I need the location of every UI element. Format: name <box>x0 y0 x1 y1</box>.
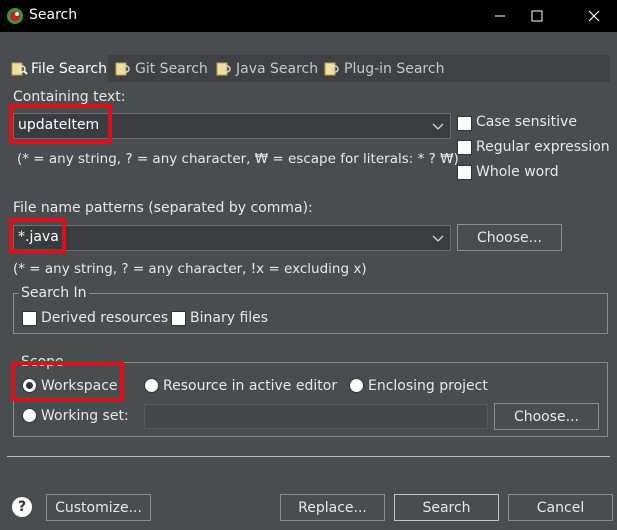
chevron-down-icon[interactable] <box>432 120 444 132</box>
case-sensitive-label: Case sensitive <box>476 114 577 130</box>
case-sensitive-checkbox[interactable] <box>457 116 472 131</box>
choose-patterns-button[interactable]: Choose... <box>457 224 562 251</box>
eclipse-app-icon <box>7 8 23 24</box>
derived-resources-checkbox[interactable] <box>22 311 37 326</box>
tab-label: File Search <box>31 60 107 77</box>
file-search-icon <box>11 62 28 75</box>
minimize-icon <box>495 15 505 17</box>
maximize-icon <box>531 10 543 22</box>
search-tabs: File Search Git Search Java Search Plug-… <box>7 55 610 82</box>
title-bar: Search <box>0 0 617 32</box>
customize-button[interactable]: Customize... <box>46 494 151 521</box>
tab-label: Plug-in Search <box>344 60 445 77</box>
replace-button[interactable]: Replace... <box>280 494 385 521</box>
derived-resources-label: Derived resources <box>41 310 169 326</box>
enclosing-project-label: Enclosing project <box>368 378 488 394</box>
highlight-box-patterns <box>9 218 66 253</box>
working-set-radio[interactable] <box>22 408 37 423</box>
binary-files-label: Binary files <box>190 310 269 326</box>
footer-divider <box>7 456 610 457</box>
containing-text-label: Containing text: <box>13 89 126 105</box>
java-search-icon <box>216 62 231 75</box>
file-patterns-hint: (* = any string, ? = any character, !x =… <box>13 261 367 277</box>
regex-checkbox[interactable] <box>457 140 472 155</box>
tab-java-search[interactable]: Java Search <box>212 55 320 82</box>
containing-text-hint: (* = any string, ? = any character, ₩ = … <box>17 151 459 167</box>
working-set-label: Working set: <box>41 408 129 424</box>
close-icon <box>588 10 600 22</box>
highlight-box-scope <box>11 361 124 401</box>
tab-file-search[interactable]: File Search <box>7 55 108 82</box>
highlight-box-containing <box>9 104 112 144</box>
plugin-search-icon <box>324 62 339 75</box>
regex-label: Regular expression <box>476 139 610 155</box>
enclosing-project-radio[interactable] <box>349 378 364 393</box>
tab-label: Java Search <box>236 60 319 77</box>
close-button[interactable] <box>571 0 617 32</box>
search-in-legend: Search In <box>19 285 89 301</box>
tab-plugin-search[interactable]: Plug-in Search <box>320 55 450 82</box>
cancel-button[interactable]: Cancel <box>508 494 613 521</box>
file-patterns-label: File name patterns (separated by comma): <box>13 200 313 216</box>
git-search-icon <box>115 62 130 75</box>
tab-git-search[interactable]: Git Search <box>111 55 209 82</box>
working-set-field <box>144 404 488 429</box>
whole-word-label: Whole word <box>476 164 559 180</box>
chevron-down-icon[interactable] <box>432 232 444 244</box>
maximize-button[interactable] <box>514 0 560 32</box>
help-icon[interactable]: ? <box>12 497 32 517</box>
active-editor-radio[interactable] <box>144 378 159 393</box>
file-patterns-combo[interactable]: *.java <box>13 225 451 251</box>
binary-files-checkbox[interactable] <box>171 311 186 326</box>
whole-word-checkbox[interactable] <box>457 165 472 180</box>
search-button[interactable]: Search <box>394 494 499 521</box>
window-title: Search <box>29 7 78 23</box>
tab-label: Git Search <box>135 60 208 77</box>
active-editor-label: Resource in active editor <box>163 378 338 394</box>
choose-working-set-button[interactable]: Choose... <box>494 403 599 430</box>
